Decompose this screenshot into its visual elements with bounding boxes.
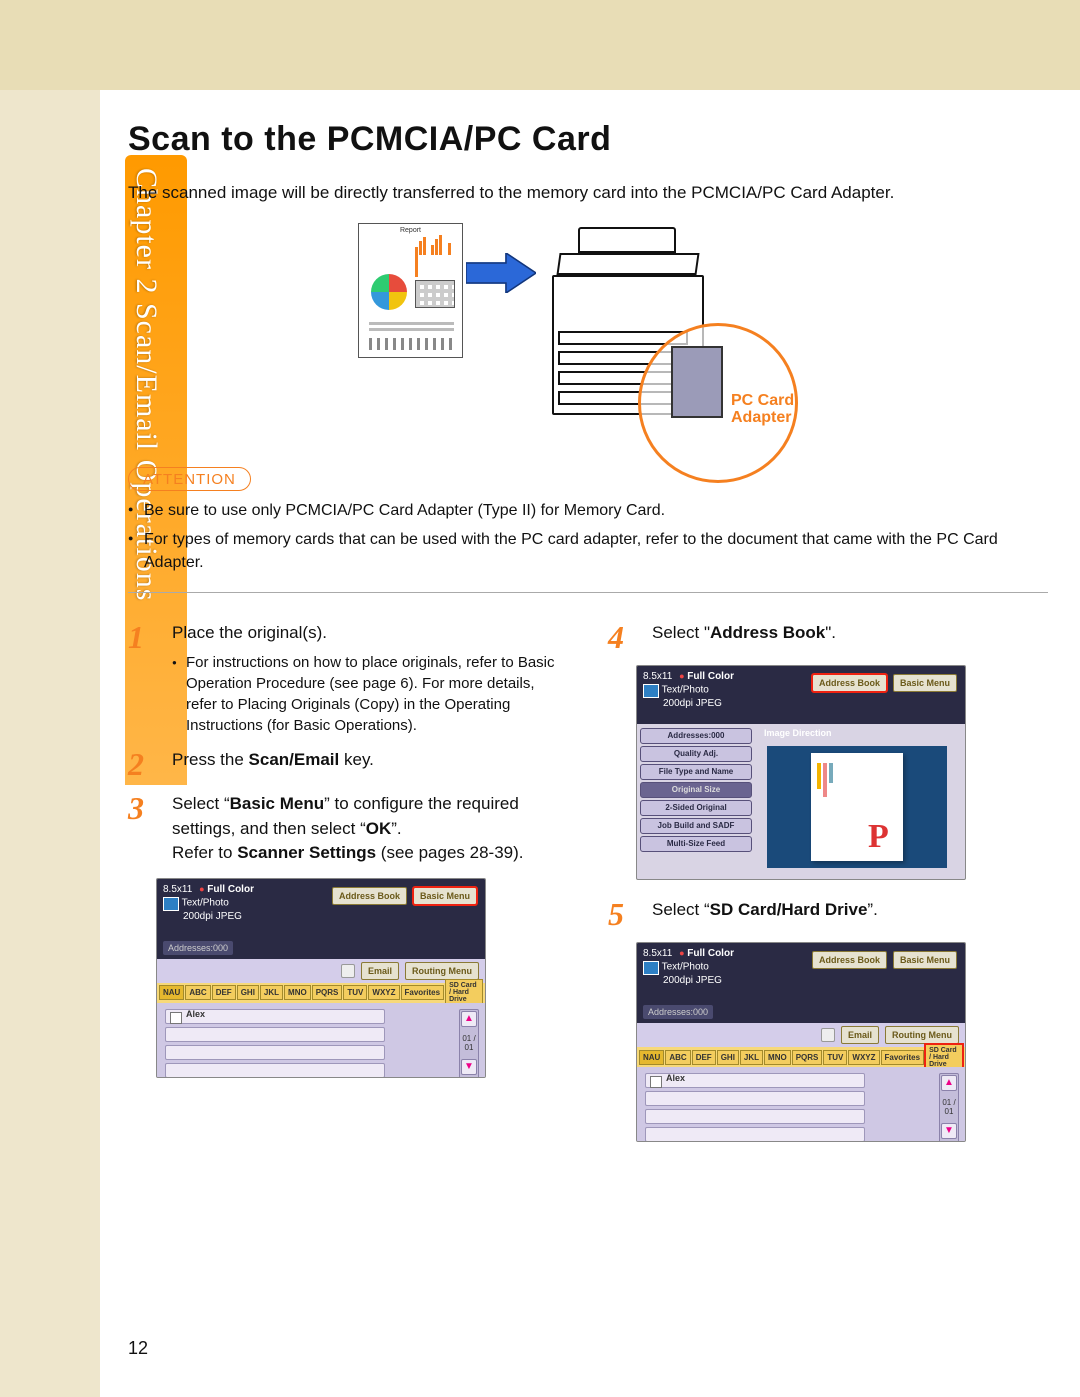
right-column: 4 Select "Address Book". 8.5x11 ● Full C… [608,621,1048,1160]
attention-label: ATTENTION [128,467,251,491]
top-band [0,0,1080,90]
page: Chapter 2 Scan/Email Operations Scan to … [0,0,1080,1397]
basic-menu-button[interactable]: Basic Menu [893,674,957,692]
list-item[interactable] [645,1091,865,1106]
address-list: Alex ▲ 01 / 01 ▼ [157,1003,485,1078]
email-button[interactable]: Email [361,962,399,980]
scroll-down-icon: ▼ [941,1123,957,1139]
alpha-tabs: NAU ABC DEF GHI JKL MNO PQRS TUV WXYZ Fa… [637,1047,965,1067]
step-5: 5 Select “SD Card/Hard Drive”. [608,898,1048,930]
address-list: Alex ▲ 01 / 01 ▼ [637,1067,965,1142]
list-item[interactable] [165,1045,385,1060]
email-button[interactable]: Email [841,1026,879,1044]
pie-icon [371,274,407,310]
list-item[interactable] [645,1127,865,1142]
scrollbar[interactable]: ▲ 01 / 01 ▼ [459,1009,479,1078]
document-icon: Report [358,223,463,358]
list-item[interactable]: Alex [645,1073,865,1088]
side-buttons: Addresses:000 Quality Adj. File Type and… [640,728,752,854]
basic-menu-button[interactable]: Basic Menu [893,951,957,969]
step-3: 3 Select “Basic Menu” to configure the r… [128,792,568,866]
arrow-icon [466,253,536,293]
page-title: Scan to the PCMCIA/PC Card [128,120,1048,159]
hero-diagram: Report [338,223,838,443]
scroll-down-icon: ▼ [461,1059,477,1075]
scroll-up-icon: ▲ [941,1075,957,1091]
address-book-button[interactable]: Address Book [812,674,887,692]
list-item[interactable] [165,1063,385,1078]
page-number: 12 [128,1338,148,1359]
left-gutter [0,90,100,1397]
list-item[interactable]: Alex [165,1009,385,1024]
content-area: Scan to the PCMCIA/PC Card The scanned i… [128,120,1048,1160]
step-1: 1 Place the original(s). For instruction… [128,621,568,736]
routing-menu-button[interactable]: Routing Menu [885,1026,959,1044]
keyboard-icon[interactable] [821,1028,835,1042]
address-book-button[interactable]: Address Book [332,887,407,905]
grid-icon [415,280,455,308]
list-item[interactable] [645,1109,865,1124]
pc-card-icon [671,346,723,418]
preview-pane: P [767,746,947,868]
screenshot-address-book: 8.5x11 ● Full Color Text/Photo 200dpi JP… [636,665,966,880]
screenshot-basic-menu: 8.5x11 ● Full Color Text/Photo 200dpi JP… [156,878,486,1078]
divider [128,592,1048,593]
scroll-up-icon: ▲ [461,1011,477,1027]
alpha-tabs: NAU ABC DEF GHI JKL MNO PQRS TUV WXYZ Fa… [157,983,485,1003]
step-4: 4 Select "Address Book". [608,621,1048,653]
step-1-note: For instructions on how to place origina… [172,652,568,736]
pc-card-label: PC CardAdapter [731,392,794,427]
step-2: 2 Press the Scan/Email key. [128,748,568,780]
attention-bullet-2: For types of memory cards that can be us… [128,528,1048,574]
routing-menu-button[interactable]: Routing Menu [405,962,479,980]
scrollbar[interactable]: ▲ 01 / 01 ▼ [939,1073,959,1142]
attention-block: ATTENTION Be sure to use only PCMCIA/PC … [128,467,1048,575]
attention-bullet-1: Be sure to use only PCMCIA/PC Card Adapt… [128,499,1048,522]
list-item[interactable] [165,1027,385,1042]
image-direction-label: Image Direction [764,728,832,738]
callout-circle: PC CardAdapter [638,323,798,483]
basic-menu-button[interactable]: Basic Menu [413,887,477,905]
left-column: 1 Place the original(s). For instruction… [128,621,568,1160]
intro-text: The scanned image will be directly trans… [128,181,1048,205]
screenshot-sd-card: 8.5x11 ● Full Color Text/Photo 200dpi JP… [636,942,966,1142]
steps-columns: 1 Place the original(s). For instruction… [128,621,1048,1160]
keyboard-icon[interactable] [341,964,355,978]
address-book-button[interactable]: Address Book [812,951,887,969]
